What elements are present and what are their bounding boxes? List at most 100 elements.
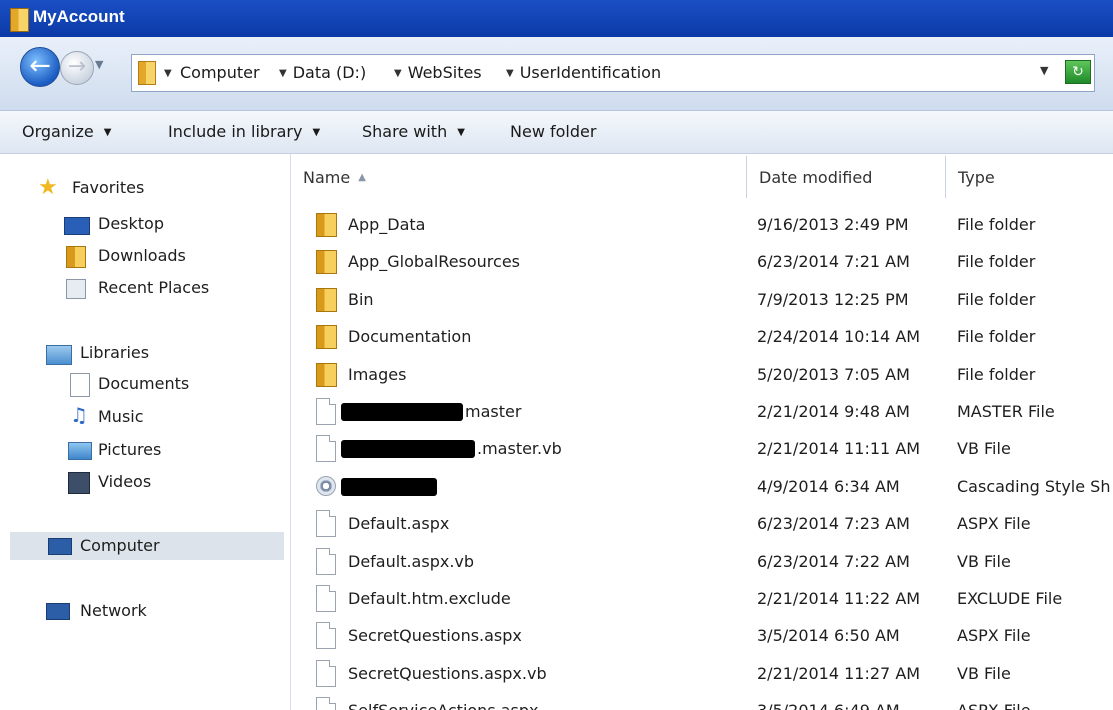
file-name: .master.vb — [477, 439, 562, 459]
nav-documents[interactable]: Documents — [68, 370, 280, 398]
column-header-name[interactable]: Name ▲ — [291, 156, 747, 198]
breadcrumb-websites[interactable]: ▼ WebSites — [394, 63, 482, 82]
file-date-modified: 3/5/2014 6:50 AM — [757, 626, 900, 646]
file-icon — [316, 585, 336, 612]
column-header-date-modified[interactable]: Date modified — [747, 156, 946, 198]
table-row[interactable]: .master.vb 2/21/2014 11:11 AM VB File — [291, 430, 1113, 467]
forward-button[interactable]: → — [60, 51, 94, 85]
file-type: File folder — [957, 289, 1036, 309]
file-name: App_Data — [348, 215, 426, 234]
navigation-pane: ★ Favorites Desktop Downloads Recent Pla… — [0, 154, 291, 710]
table-row[interactable]: master 2/21/2014 9:48 AM MASTER File — [291, 393, 1113, 430]
folder-icon — [316, 362, 337, 387]
file-icon — [316, 697, 336, 710]
file-type: VB File — [957, 439, 1011, 459]
file-icon — [316, 510, 336, 538]
file-type: ASPX File — [957, 626, 1031, 646]
file-date-modified: 9/16/2013 2:49 PM — [757, 215, 909, 234]
file-type: VB File — [957, 551, 1011, 571]
new-folder-button[interactable]: New folder — [510, 122, 596, 141]
organize-menu[interactable]: Organize ▼ — [22, 122, 111, 141]
breadcrumb-useridentification[interactable]: ▼ UserIdentification — [506, 63, 661, 82]
file-name: Default.aspx.vb — [348, 551, 475, 571]
file-date-modified: 4/9/2014 6:34 AM — [757, 476, 900, 496]
computer-icon — [48, 538, 72, 555]
file-date-modified: 6/23/2014 7:21 AM — [757, 252, 910, 272]
table-row[interactable]: SecretQuestions.aspx 3/5/2014 6:50 AM ASPX… — [291, 617, 1113, 654]
file-date-modified: 7/9/2013 12:25 PM — [757, 289, 909, 309]
file-icon — [316, 398, 336, 425]
recent-pages-dropdown[interactable]: ▼ — [95, 58, 111, 74]
nav-desktop[interactable]: Desktop — [60, 210, 280, 238]
nav-network[interactable]: Network — [46, 597, 286, 625]
file-icon — [316, 435, 336, 463]
nav-music[interactable]: ♫ Music — [68, 403, 280, 431]
file-icon — [316, 659, 336, 687]
network-icon — [46, 603, 70, 620]
nav-computer[interactable]: Computer — [10, 532, 284, 560]
sort-ascending-icon: ▲ — [358, 172, 366, 183]
redaction-mark — [341, 403, 463, 421]
refresh-button[interactable]: ↻ — [1065, 60, 1091, 84]
file-icon — [316, 622, 336, 650]
table-row[interactable]: SecretQuestions.aspx.vb 2/21/2014 11:27 A… — [291, 655, 1113, 692]
share-with-menu[interactable]: Share with ▼ — [362, 122, 465, 141]
nav-favorites[interactable]: ★ Favorites — [38, 174, 278, 202]
table-row[interactable]: Default.aspx 6/23/2014 7:23 AM ASPX File — [291, 505, 1113, 542]
file-name: SelfServiceActions.aspx — [348, 701, 539, 710]
nav-downloads[interactable]: Downloads — [60, 242, 280, 270]
file-name: Bin — [348, 289, 374, 309]
file-date-modified: 2/21/2014 9:48 AM — [757, 402, 910, 421]
desktop-icon — [64, 217, 90, 235]
nav-pictures[interactable]: Pictures — [68, 436, 280, 464]
file-type: File folder — [957, 252, 1036, 272]
column-header-type[interactable]: Type — [946, 156, 1113, 198]
breadcrumb-data-drive[interactable]: ▼ Data (D:) — [279, 63, 366, 82]
file-type: ASPX File — [957, 701, 1031, 710]
table-row[interactable]: 4/9/2014 6:34 AM Cascading Style Sh — [291, 468, 1113, 505]
file-list: Name ▲ Date modified Type App_Data 9/16/20… — [291, 154, 1113, 710]
file-date-modified: 3/5/2014 6:49 AM — [757, 701, 900, 710]
file-type: VB File — [957, 663, 1011, 683]
redaction-mark — [341, 477, 437, 496]
file-type: Cascading Style Sh — [957, 476, 1111, 496]
table-row[interactable]: Images 5/20/2013 7:05 AM File folder — [291, 356, 1113, 393]
file-name: App_GlobalResources — [348, 252, 521, 272]
file-name: SecretQuestions.aspx — [348, 626, 522, 646]
breadcrumb-root-arrow[interactable]: ▼ — [164, 63, 178, 82]
table-row[interactable]: Bin 7/9/2013 12:25 PM File folder — [291, 281, 1113, 318]
nav-videos[interactable]: Videos — [68, 468, 280, 496]
pictures-icon — [68, 442, 92, 460]
file-type: File folder — [957, 327, 1036, 347]
file-date-modified: 2/21/2014 11:22 AM — [757, 589, 921, 608]
file-type: ASPX File — [957, 514, 1031, 534]
table-row[interactable]: Default.htm.exclude 2/21/2014 11:22 AM EXC… — [291, 580, 1113, 617]
address-dropdown-arrow[interactable]: ▼ — [1040, 64, 1048, 77]
libraries-icon — [46, 345, 72, 365]
file-icon — [316, 547, 336, 575]
include-in-library-menu[interactable]: Include in library ▼ — [168, 122, 320, 141]
folder-icon — [138, 61, 156, 85]
folder-icon — [10, 8, 29, 32]
breadcrumb-computer[interactable]: Computer — [180, 63, 260, 82]
file-date-modified: 6/23/2014 7:22 AM — [757, 551, 910, 571]
table-row[interactable]: Documentation 2/24/2014 10:14 AM File fold… — [291, 318, 1113, 355]
file-date-modified: 2/24/2014 10:14 AM — [757, 327, 921, 347]
table-row[interactable]: App_Data 9/16/2013 2:49 PM File folder — [291, 206, 1113, 243]
css-file-icon — [316, 475, 336, 496]
star-icon: ★ — [38, 175, 58, 200]
back-button[interactable]: ← — [20, 47, 60, 87]
folder-icon — [316, 250, 337, 275]
file-type: File folder — [957, 364, 1036, 384]
address-bar[interactable]: ▼ Computer ▼ Data (D:) ▼ WebSites ▼ UserIde… — [131, 54, 1095, 92]
table-row[interactable]: Default.aspx.vb 6/23/2014 7:22 AM VB File — [291, 543, 1113, 580]
redaction-mark — [341, 440, 475, 459]
nav-recent-places[interactable]: Recent Places — [60, 274, 280, 302]
table-row[interactable]: App_GlobalResources 6/23/2014 7:21 AM File… — [291, 243, 1113, 280]
folder-icon — [316, 287, 337, 312]
file-name: master — [465, 402, 522, 421]
file-date-modified: 2/21/2014 11:27 AM — [757, 663, 921, 683]
table-row[interactable]: SelfServiceActions.aspx 3/5/2014 6:49 AM A… — [291, 692, 1113, 710]
nav-libraries[interactable]: Libraries — [46, 339, 286, 367]
recent-places-icon — [66, 279, 86, 299]
